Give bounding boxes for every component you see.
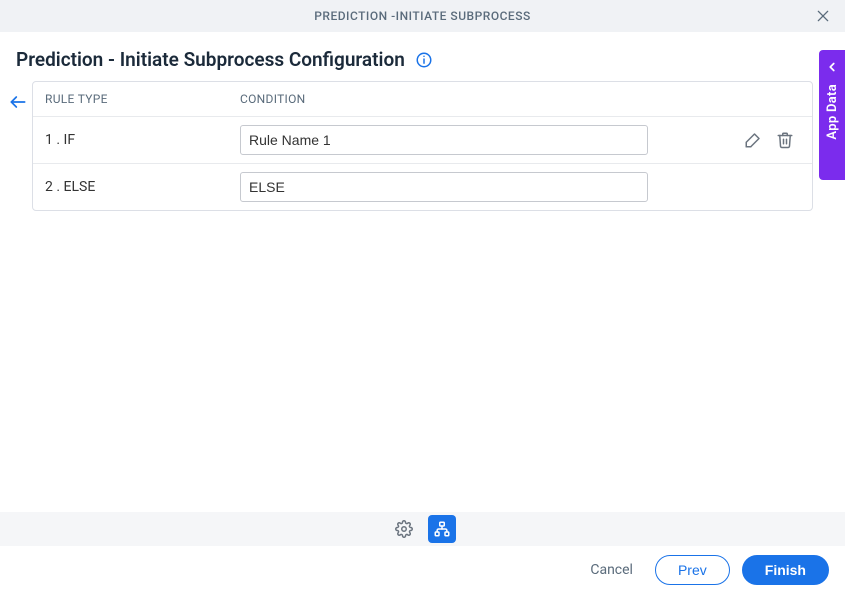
finish-button[interactable]: Finish (742, 555, 829, 585)
header-rule-type: RULE TYPE (45, 92, 240, 106)
prev-button[interactable]: Prev (655, 555, 730, 585)
chevron-left-icon (825, 60, 839, 78)
topbar-title: PREDICTION -INITIATE SUBPROCESS (314, 9, 531, 23)
row-actions (744, 131, 800, 149)
table-row: 2 . ELSE (33, 163, 812, 210)
close-icon[interactable] (815, 8, 831, 28)
footer-actions: Cancel Prev Finish (0, 546, 845, 594)
rule-type-label: 1 . IF (45, 132, 240, 148)
back-arrow-icon[interactable] (8, 92, 28, 116)
table-header-row: RULE TYPE CONDITION (33, 82, 812, 116)
table-row: 1 . IF (33, 116, 812, 163)
info-icon[interactable] (415, 51, 433, 69)
header-condition: CONDITION (240, 92, 800, 106)
flow-icon[interactable] (428, 515, 456, 543)
edit-icon[interactable] (744, 131, 762, 149)
rule-type-label: 2 . ELSE (45, 179, 240, 195)
condition-input[interactable] (240, 172, 648, 202)
app-data-panel-toggle[interactable]: App Data (819, 50, 845, 180)
topbar: PREDICTION -INITIATE SUBPROCESS (0, 0, 845, 32)
delete-icon[interactable] (776, 131, 794, 149)
settings-icon[interactable] (390, 515, 418, 543)
cancel-button[interactable]: Cancel (580, 556, 643, 584)
rules-table: RULE TYPE CONDITION 1 . IF 2 . ELSE (32, 81, 813, 211)
page-header: Prediction - Initiate Subprocess Configu… (0, 32, 845, 81)
bottom-toolbar (0, 512, 845, 546)
page-title: Prediction - Initiate Subprocess Configu… (16, 48, 405, 71)
side-tab-label: App Data (825, 84, 840, 140)
condition-input[interactable] (240, 125, 648, 155)
